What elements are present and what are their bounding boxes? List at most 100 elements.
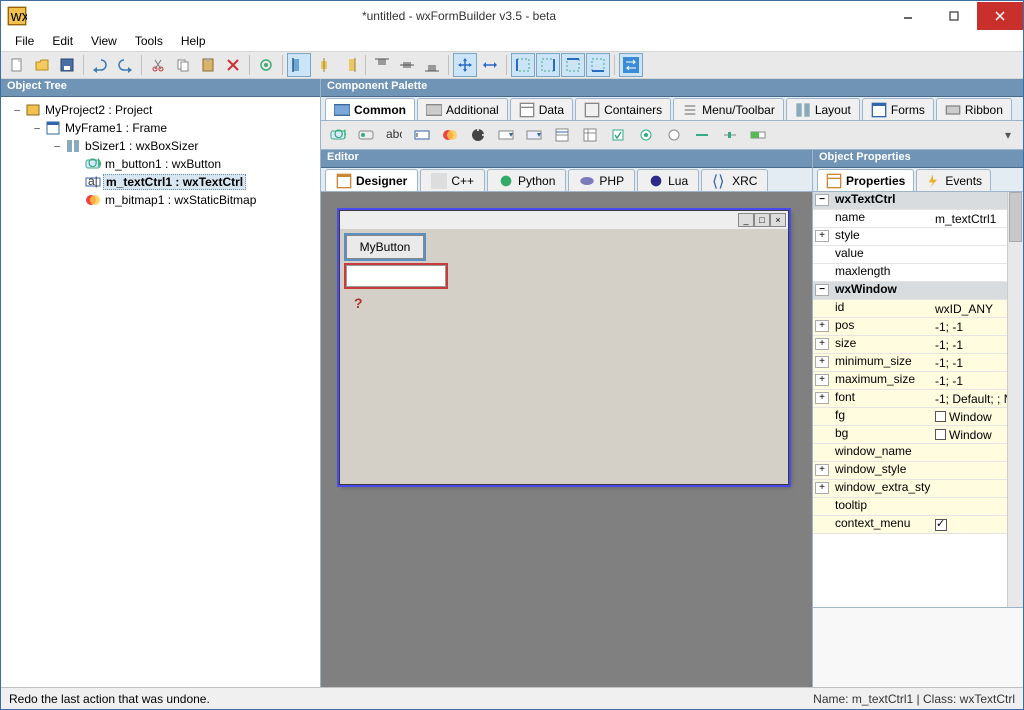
palette-choice-icon[interactable] <box>523 124 545 146</box>
prop-row[interactable]: +idwxID_ANY <box>813 300 1007 318</box>
palette-staticline-icon[interactable] <box>691 124 713 146</box>
border-bottom-icon[interactable] <box>586 53 610 77</box>
editor-tab-python[interactable]: Python <box>487 169 566 191</box>
minimize-button[interactable] <box>885 2 931 30</box>
editor-tab-cpp[interactable]: C++ <box>420 169 485 191</box>
align-left-icon[interactable] <box>287 53 311 77</box>
copy-icon[interactable] <box>171 53 195 77</box>
tree-item[interactable]: −MyProject2 : Project <box>3 101 318 119</box>
expand-icon[interactable] <box>453 53 477 77</box>
prop-row[interactable]: +minimum_size-1; -1 <box>813 354 1007 372</box>
editor-tab-php[interactable]: PHP <box>568 169 635 191</box>
palette-combobox-icon[interactable] <box>495 124 517 146</box>
palette-radio-off-icon[interactable] <box>663 124 685 146</box>
new-file-icon[interactable] <box>5 53 29 77</box>
design-textctrl[interactable] <box>346 265 446 287</box>
palette-tab-layout[interactable]: Layout <box>786 98 860 120</box>
menubar: File Edit View Tools Help <box>1 31 1023 51</box>
undo-icon[interactable] <box>88 53 112 77</box>
align-right-icon[interactable] <box>337 53 361 77</box>
prop-row[interactable]: +window_style <box>813 462 1007 480</box>
menu-tools[interactable]: Tools <box>127 32 171 50</box>
prop-row[interactable]: +tooltip <box>813 498 1007 516</box>
prop-row[interactable]: +context_menu <box>813 516 1007 534</box>
prop-row[interactable]: +font-1; Default; ; N <box>813 390 1007 408</box>
prop-row[interactable]: +maximum_size-1; -1 <box>813 372 1007 390</box>
palette-checkbox-icon[interactable] <box>607 124 629 146</box>
props-tab-properties[interactable]: Properties <box>817 169 914 191</box>
props-tab-events[interactable]: Events <box>916 169 991 191</box>
palette-tab-data[interactable]: Data <box>510 98 573 120</box>
prop-row[interactable]: +size-1; -1 <box>813 336 1007 354</box>
align-center-h-icon[interactable] <box>312 53 336 77</box>
design-close-icon[interactable]: × <box>770 213 786 227</box>
palette-tab-containers[interactable]: Containers <box>575 98 671 120</box>
editor-tab-lua[interactable]: Lua <box>637 169 699 191</box>
prop-row[interactable]: +fgWindow <box>813 408 1007 426</box>
save-icon[interactable] <box>55 53 79 77</box>
palette-bitmapbutton-icon[interactable] <box>355 124 377 146</box>
align-bottom-icon[interactable] <box>420 53 444 77</box>
prop-group[interactable]: −wxWindow <box>813 282 1007 300</box>
prop-row[interactable]: +value <box>813 246 1007 264</box>
border-left-icon[interactable] <box>511 53 535 77</box>
tree-item[interactable]: −bSizer1 : wxBoxSizer <box>3 137 318 155</box>
tree-item[interactable]: −MyFrame1 : Frame <box>3 119 318 137</box>
prop-row[interactable]: +maxlength <box>813 264 1007 282</box>
design-surface[interactable]: _ □ × MyButton ? <box>321 192 812 687</box>
menu-help[interactable]: Help <box>173 32 214 50</box>
design-button[interactable]: MyButton <box>346 235 424 259</box>
palette-slider-icon[interactable] <box>719 124 741 146</box>
close-button[interactable] <box>977 2 1023 30</box>
editor-tab-designer[interactable]: Designer <box>325 169 418 191</box>
prop-row[interactable]: +window_name <box>813 444 1007 462</box>
cut-icon[interactable] <box>146 53 170 77</box>
object-tree-panel: Object Tree −MyProject2 : Project−MyFram… <box>1 79 321 687</box>
palette-listctrl-icon[interactable] <box>579 124 601 146</box>
tree-item[interactable]: a|m_textCtrl1 : wxTextCtrl <box>3 173 318 191</box>
palette-button-icon[interactable]: OK <box>327 124 349 146</box>
prop-row[interactable]: +pos-1; -1 <box>813 318 1007 336</box>
prop-row[interactable]: +bgWindow <box>813 426 1007 444</box>
menu-file[interactable]: File <box>7 32 42 50</box>
design-min-icon[interactable]: _ <box>738 213 754 227</box>
palette-animation-icon[interactable] <box>467 124 489 146</box>
open-file-icon[interactable] <box>30 53 54 77</box>
palette-gauge-icon[interactable] <box>747 124 769 146</box>
design-frame[interactable]: _ □ × MyButton ? <box>339 210 789 485</box>
redo-icon[interactable] <box>113 53 137 77</box>
stretch-icon[interactable] <box>478 53 502 77</box>
palette-tab-menu[interactable]: Menu/Toolbar <box>673 98 784 120</box>
palette-radio-icon[interactable] <box>635 124 657 146</box>
border-right-icon[interactable] <box>536 53 560 77</box>
palette-tab-ribbon[interactable]: Ribbon <box>936 98 1012 120</box>
prop-row[interactable]: +style <box>813 228 1007 246</box>
tree-item[interactable]: m_bitmap1 : wxStaticBitmap <box>3 191 318 209</box>
tree-item[interactable]: Okm_button1 : wxButton <box>3 155 318 173</box>
align-center-v-icon[interactable] <box>395 53 419 77</box>
palette-statictext-icon[interactable]: abc <box>383 124 405 146</box>
palette-tab-common[interactable]: Common <box>325 98 415 120</box>
border-top-icon[interactable] <box>561 53 585 77</box>
design-max-icon[interactable]: □ <box>754 213 770 227</box>
properties-grid[interactable]: −wxTextCtrl+namem_textCtrl1+style+value+… <box>813 192 1007 607</box>
editor-tab-xrc[interactable]: ⟨⟩XRC <box>701 169 768 191</box>
delete-icon[interactable] <box>221 53 245 77</box>
prop-row[interactable]: +window_extra_style <box>813 480 1007 498</box>
prop-group[interactable]: −wxTextCtrl <box>813 192 1007 210</box>
align-top-icon[interactable] <box>370 53 394 77</box>
palette-tab-forms[interactable]: Forms <box>862 98 934 120</box>
palette-scroll-icon[interactable]: ▾ <box>1005 128 1017 142</box>
maximize-button[interactable] <box>931 2 977 30</box>
palette-bitmap-icon[interactable] <box>439 124 461 146</box>
prop-row[interactable]: +namem_textCtrl1 <box>813 210 1007 228</box>
generate-code-icon[interactable] <box>254 53 278 77</box>
swap-icon[interactable] <box>619 53 643 77</box>
palette-listbox-icon[interactable] <box>551 124 573 146</box>
object-tree[interactable]: −MyProject2 : Project−MyFrame1 : Frame−b… <box>1 97 320 687</box>
menu-view[interactable]: View <box>83 32 125 50</box>
properties-scrollbar[interactable]: ▴ <box>1007 192 1023 607</box>
paste-icon[interactable] <box>196 53 220 77</box>
palette-tab-additional[interactable]: Additional <box>417 98 508 120</box>
menu-edit[interactable]: Edit <box>44 32 81 50</box>
